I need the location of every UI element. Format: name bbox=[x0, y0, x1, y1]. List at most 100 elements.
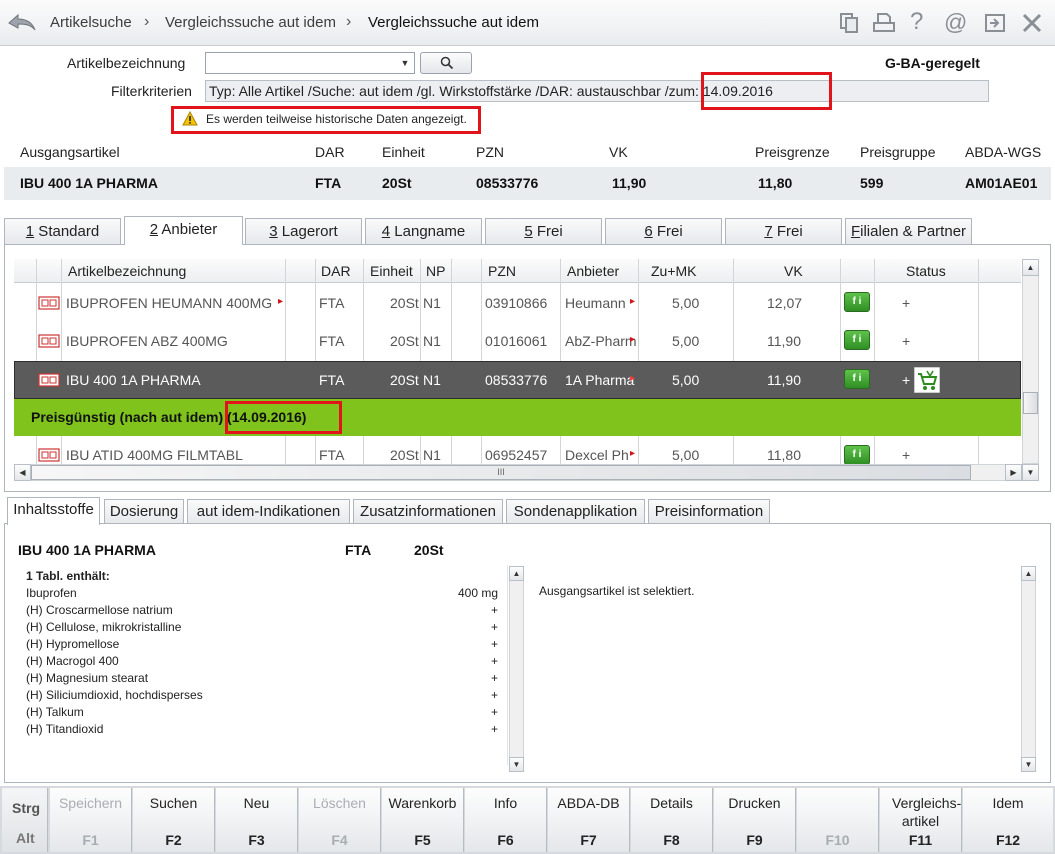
vertical-scrollbar[interactable] bbox=[1022, 259, 1039, 464]
tab-lagerort[interactable]: 3 Lagerort bbox=[245, 218, 362, 244]
tab-frei-7[interactable]: 7 Frei bbox=[725, 218, 842, 244]
column-header-zu-mk[interactable]: Zu+MK bbox=[651, 263, 697, 279]
alt-modifier[interactable]: Alt bbox=[16, 830, 35, 846]
fkey-key: F6 bbox=[497, 832, 514, 848]
column-header-np[interactable]: NP bbox=[426, 263, 445, 279]
f11-vergleichsartikel-button[interactable]: Vergleichs-artikel F11 bbox=[880, 788, 962, 852]
cell-name: IBU 400 1A PHARMA bbox=[66, 372, 201, 388]
cell-dar: FTA bbox=[319, 295, 345, 311]
f10-button[interactable]: F10 bbox=[797, 788, 879, 852]
fixed-price-icon: f i bbox=[844, 292, 870, 312]
table-row[interactable]: IBUPROFEN ABZ 400MG FTA 20St N1 01016061… bbox=[14, 322, 1021, 360]
ingredient-amount: + bbox=[490, 654, 498, 668]
chevron-down-icon[interactable]: ▼ bbox=[398, 53, 412, 73]
f3-neu-button[interactable]: Neu F3 bbox=[216, 788, 298, 852]
tab-frei-6[interactable]: 6 Frei bbox=[605, 218, 722, 244]
origin-value: 599 bbox=[860, 175, 884, 191]
close-icon[interactable] bbox=[1019, 11, 1045, 35]
email-icon[interactable]: @ bbox=[944, 11, 970, 35]
tab-preisinformation[interactable]: Preisinformation bbox=[648, 499, 770, 524]
f12-idem-button[interactable]: Idem F12 bbox=[963, 788, 1053, 852]
copy-icon[interactable] bbox=[836, 11, 862, 35]
vertical-scroll-thumb[interactable] bbox=[1023, 392, 1038, 414]
tab-frei-5[interactable]: 5 Frei bbox=[485, 218, 602, 244]
tab-dosierung[interactable]: Dosierung bbox=[104, 499, 184, 524]
cell-zumk: 5,00 bbox=[672, 447, 700, 463]
f7-abda-db-button[interactable]: ABDA-DB F7 bbox=[548, 788, 630, 852]
scroll-up-icon[interactable]: ▲ bbox=[509, 566, 524, 581]
cell-vendor: Heumann bbox=[565, 295, 626, 311]
detail-dar: FTA bbox=[345, 542, 372, 558]
scroll-up-icon[interactable]: ▲ bbox=[1022, 259, 1039, 276]
page-title: Vergleichssuche aut idem bbox=[368, 14, 539, 31]
window-icon[interactable] bbox=[982, 11, 1008, 35]
scroll-up-icon[interactable]: ▲ bbox=[1021, 566, 1036, 581]
shopping-cart-icon[interactable] bbox=[914, 367, 940, 393]
detail-article-name: IBU 400 1A PHARMA bbox=[18, 542, 156, 558]
tab-label: ilialen & Partner bbox=[860, 223, 967, 240]
cell-vk: 12,07 bbox=[767, 295, 803, 311]
origin-value: AM01AE01 bbox=[965, 175, 1038, 191]
back-arrow-icon[interactable] bbox=[6, 9, 38, 35]
horizontal-scroll-thumb[interactable]: III bbox=[31, 465, 971, 480]
table-row[interactable]: IBUPROFEN HEUMANN 400MG ▸ FTA 20St N1 03… bbox=[14, 284, 1021, 322]
print-icon[interactable] bbox=[871, 11, 897, 35]
column-header-dar[interactable]: DAR bbox=[321, 263, 351, 279]
f6-info-button[interactable]: Info F6 bbox=[465, 788, 547, 852]
fkey-key: F10 bbox=[825, 832, 850, 848]
cell-unit: 20St bbox=[390, 333, 419, 349]
column-header-anbieter[interactable]: Anbieter bbox=[567, 263, 619, 279]
search-button[interactable] bbox=[420, 52, 472, 74]
tab-sondenapplikation[interactable]: Sondenapplikation bbox=[506, 499, 645, 524]
scroll-down-icon[interactable]: ▼ bbox=[509, 757, 524, 772]
scroll-left-icon[interactable]: ◀ bbox=[14, 464, 31, 481]
tab-label: Standard bbox=[34, 223, 100, 240]
cell-name: IBUPROFEN ABZ 400MG bbox=[66, 333, 228, 349]
scroll-down-icon[interactable]: ▼ bbox=[1022, 464, 1039, 481]
table-row[interactable]: IBU ATID 400MG FILMTABL FTA 20St N1 0695… bbox=[14, 437, 1021, 464]
tab-filialen-partner[interactable]: Filialen & Partner bbox=[845, 218, 972, 244]
filter-criteria-field[interactable]: Typ: Alle Artikel /Suche: aut idem /gl. … bbox=[205, 80, 989, 102]
ingredient-scrollbar[interactable] bbox=[509, 566, 524, 772]
ctrl-modifier[interactable]: Strg bbox=[12, 800, 40, 816]
truncation-marker-icon: ▸ bbox=[630, 373, 636, 384]
article-search-combobox[interactable]: ▼ bbox=[205, 52, 415, 74]
tab-aut-idem-indikationen[interactable]: aut idem-Indikationen bbox=[187, 499, 350, 524]
breadcrumb-item[interactable]: Artikelsuche bbox=[50, 14, 132, 31]
scroll-right-icon[interactable]: ▶ bbox=[1005, 464, 1022, 481]
search-icon bbox=[440, 56, 454, 70]
fkey-key: F3 bbox=[248, 832, 265, 848]
cell-dar: FTA bbox=[319, 447, 345, 463]
table-row-selected[interactable]: IBU 400 1A PHARMA FTA 20St N1 08533776 1… bbox=[14, 361, 1021, 399]
tab-label: Langname bbox=[390, 223, 466, 240]
tab-standard[interactable]: 1 Standard bbox=[4, 218, 121, 244]
column-header-einheit[interactable]: Einheit bbox=[370, 263, 413, 279]
breadcrumb-item[interactable]: Vergleichssuche aut idem bbox=[165, 14, 336, 31]
column-header-artikelbezeichnung[interactable]: Artikelbezeichnung bbox=[68, 263, 186, 279]
tab-zusatzinformationen[interactable]: Zusatzinformationen bbox=[353, 499, 503, 524]
tab-inhaltsstoffe[interactable]: Inhaltsstoffe bbox=[7, 497, 100, 525]
tab-label: Frei bbox=[532, 223, 563, 240]
f5-warenkorb-button[interactable]: Warenkorb F5 bbox=[382, 788, 464, 852]
column-header-vk[interactable]: VK bbox=[784, 263, 803, 279]
ingredient-name: (H) Macrogol 400 bbox=[26, 654, 119, 668]
f8-details-button[interactable]: Details F8 bbox=[631, 788, 713, 852]
f4-loeschen-button[interactable]: Löschen F4 bbox=[299, 788, 381, 852]
tab-langname[interactable]: 4 Langname bbox=[365, 218, 482, 244]
f2-suchen-button[interactable]: Suchen F2 bbox=[133, 788, 215, 852]
cell-dar: FTA bbox=[319, 372, 345, 388]
tab-label: Lagerort bbox=[277, 223, 338, 240]
column-header-pzn[interactable]: PZN bbox=[488, 263, 516, 279]
help-icon[interactable]: ? bbox=[910, 10, 936, 35]
scroll-down-icon[interactable]: ▼ bbox=[1021, 757, 1036, 772]
f9-drucken-button[interactable]: Drucken F9 bbox=[714, 788, 796, 852]
ingredient-name: (H) Titandioxid bbox=[26, 722, 104, 736]
info-scrollbar[interactable] bbox=[1021, 566, 1036, 772]
ingredient-name: (H) Talkum bbox=[26, 705, 84, 719]
tab-mnemonic: 2 bbox=[149, 221, 159, 238]
f1-speichern-button[interactable]: Speichern F1 bbox=[50, 788, 132, 852]
cell-pzn: 03910866 bbox=[485, 295, 548, 311]
tab-anbieter[interactable]: 2 Anbieter bbox=[124, 216, 243, 245]
column-header-status[interactable]: Status bbox=[906, 263, 946, 279]
fkey-label: Speichern bbox=[58, 795, 123, 811]
